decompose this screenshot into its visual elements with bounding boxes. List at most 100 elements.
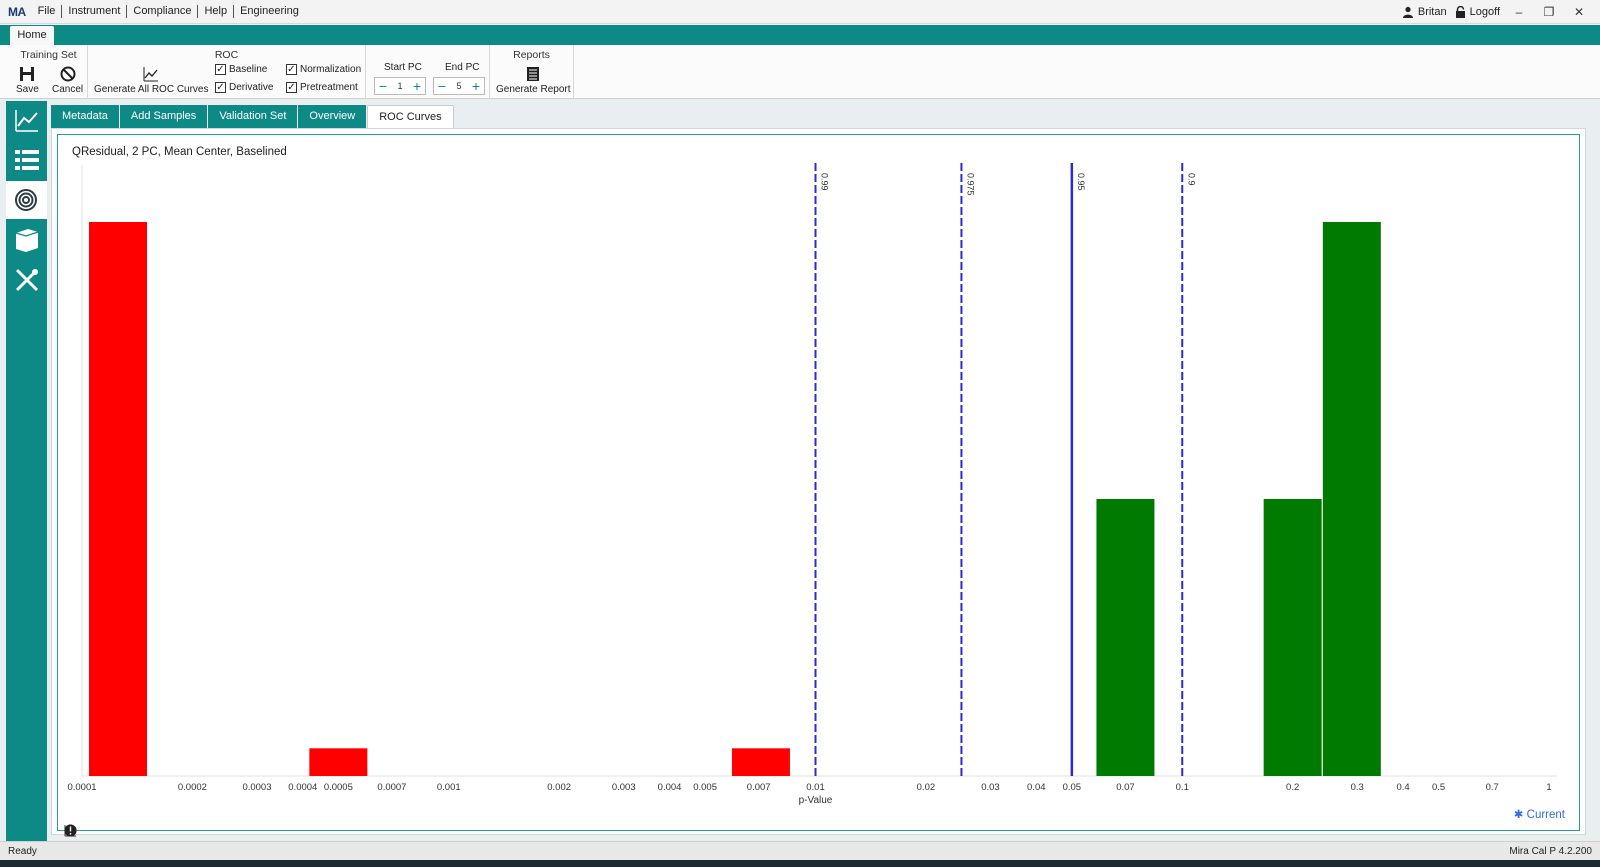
user-button[interactable]: Britan [1402,6,1447,18]
menu-engineering[interactable]: Engineering [234,5,305,18]
x-tick-label-23: 0.7 [1486,782,1499,793]
menu-file[interactable]: File [32,5,63,18]
x-tick-label-4: 0.0005 [324,782,353,793]
plus-icon[interactable]: + [468,78,484,94]
pretreatment-label: Pretreatment [300,82,358,93]
x-tick-label-15: 0.04 [1027,782,1046,793]
x-tick-label-24: 1 [1546,782,1551,793]
logoff-label: Logoff [1469,5,1500,18]
app-logo: MA [8,4,26,19]
line-chart-icon [143,67,159,82]
generate-all-roc-label: Generate All ROC Curves [94,84,209,95]
x-tick-label-19: 0.2 [1286,782,1299,793]
end-pc-value[interactable]: 5 [450,78,468,94]
plus-icon[interactable]: + [409,78,425,94]
bar-3 [1096,499,1155,776]
close-icon[interactable]: ✕ [1568,5,1590,19]
normalization-checkbox[interactable]: ✓ Normalization [286,64,361,75]
tab-overview[interactable]: Overview [298,105,367,128]
generate-report-button[interactable]: Generate Report [496,65,571,95]
taskbar [0,860,1600,867]
bar-1 [309,748,368,776]
menu-instrument[interactable]: Instrument [62,5,128,18]
group-title-reports: Reports [513,49,550,61]
x-axis-label: p-Value [799,795,833,806]
x-tick-label-11: 0.007 [747,782,771,793]
minus-icon[interactable]: − [434,78,450,94]
x-tick-label-16: 0.05 [1063,782,1082,793]
threshold-label-1: 0.975 [965,173,975,196]
x-tick-label-17: 0.07 [1116,782,1135,793]
status-text: Ready [8,845,37,857]
tab-add-samples[interactable]: Add Samples [119,105,208,128]
fingerprint-nav-item[interactable] [6,181,47,219]
ribbon-tab-home[interactable]: Home [10,26,54,45]
logoff-button[interactable]: Logoff [1455,5,1500,18]
cancel-button[interactable]: Cancel [52,65,83,95]
baseline-checkbox[interactable]: ✓ Baseline [215,64,267,75]
x-tick-label-21: 0.4 [1396,782,1409,793]
minimize-icon[interactable]: – [1508,5,1530,19]
start-pc-value[interactable]: 1 [391,78,409,94]
ribbon-tab-strip: Home [0,25,1600,45]
pretreatment-checkbox[interactable]: ✓ Pretreatment [286,82,358,93]
x-tick-label-8: 0.003 [612,782,636,793]
save-button[interactable]: Save [16,65,39,95]
bar-5 [1322,222,1381,776]
x-tick-label-13: 0.02 [917,782,936,793]
x-tick-label-6: 0.001 [437,782,461,793]
menu-help[interactable]: Help [198,5,235,18]
group-pc-range: Start PC − 1 + End PC − 5 + [366,45,490,99]
ribbon: Training Set Save Cancel ROC Generate Al… [0,45,1600,99]
x-tick-label-3: 0.0004 [288,782,317,793]
legend-current-label: Current [1526,809,1565,821]
book-nav-icon[interactable] [14,227,40,253]
x-tick-label-12: 0.01 [806,782,825,793]
tab-metadata[interactable]: Metadata [51,105,119,128]
cancel-icon [60,66,76,82]
alert-icon[interactable] [64,824,77,837]
baseline-label: Baseline [229,64,268,75]
save-label: Save [16,84,39,95]
list-nav-icon[interactable] [14,147,40,173]
tab-validation-set[interactable]: Validation Set [208,105,298,128]
x-tick-label-9: 0.004 [658,782,682,793]
x-tick-label-1: 0.0002 [178,782,207,793]
threshold-label-3: 0.9 [1186,173,1196,186]
legend-current[interactable]: ✱ Current [1514,807,1565,821]
derivative-label: Derivative [229,82,274,93]
fingerprint-icon [15,189,37,211]
tools-nav-icon[interactable] [14,267,40,293]
generate-report-label: Generate Report [496,84,571,95]
x-tick-label-0: 0.0001 [67,782,96,793]
roc-chart-panel: QResidual, 2 PC, Mean Center, Baselined … [51,128,1586,837]
x-tick-label-10: 0.005 [693,782,717,793]
tab-roc-curves[interactable]: ROC Curves [367,105,454,128]
roc-chart[interactable]: 0.99 0.975 0.95 0.9 0.0001 0.0002 0.0003 0.0004… [58,135,1581,832]
derivative-checkbox[interactable]: ✓ Derivative [215,82,273,93]
x-tick-label-14: 0.03 [981,782,1000,793]
chart-nav-icon[interactable] [14,107,40,133]
end-pc-stepper[interactable]: − 5 + [433,77,485,95]
minus-icon[interactable]: − [375,78,391,94]
cancel-label: Cancel [52,84,84,95]
version-text: Mira Cal P 4.2.200 [1509,845,1592,857]
checkmark-icon: ✓ [286,64,297,75]
bar-4 [1263,499,1322,776]
start-pc-stepper[interactable]: − 1 + [374,77,426,95]
threshold-label-0: 0.99 [820,173,830,191]
checkmark-icon: ✓ [215,64,226,75]
user-name: Britan [1417,5,1447,18]
group-title-roc: ROC [214,49,239,61]
lock-icon [1455,5,1465,18]
checkmark-icon: ✓ [215,82,226,93]
generate-all-roc-button[interactable]: Generate All ROC Curves [94,65,209,95]
restore-icon[interactable]: ❐ [1538,5,1560,19]
group-training-set: Training Set Save Cancel [10,45,88,99]
save-icon [20,67,35,81]
menu-compliance[interactable]: Compliance [127,5,199,18]
status-bar: Ready Mira Cal P 4.2.200 [0,841,1600,860]
chart-frame: QResidual, 2 PC, Mean Center, Baselined … [57,134,1581,837]
group-reports: Reports Generate Report [490,45,574,99]
x-tick-label-20: 0.3 [1351,782,1364,793]
